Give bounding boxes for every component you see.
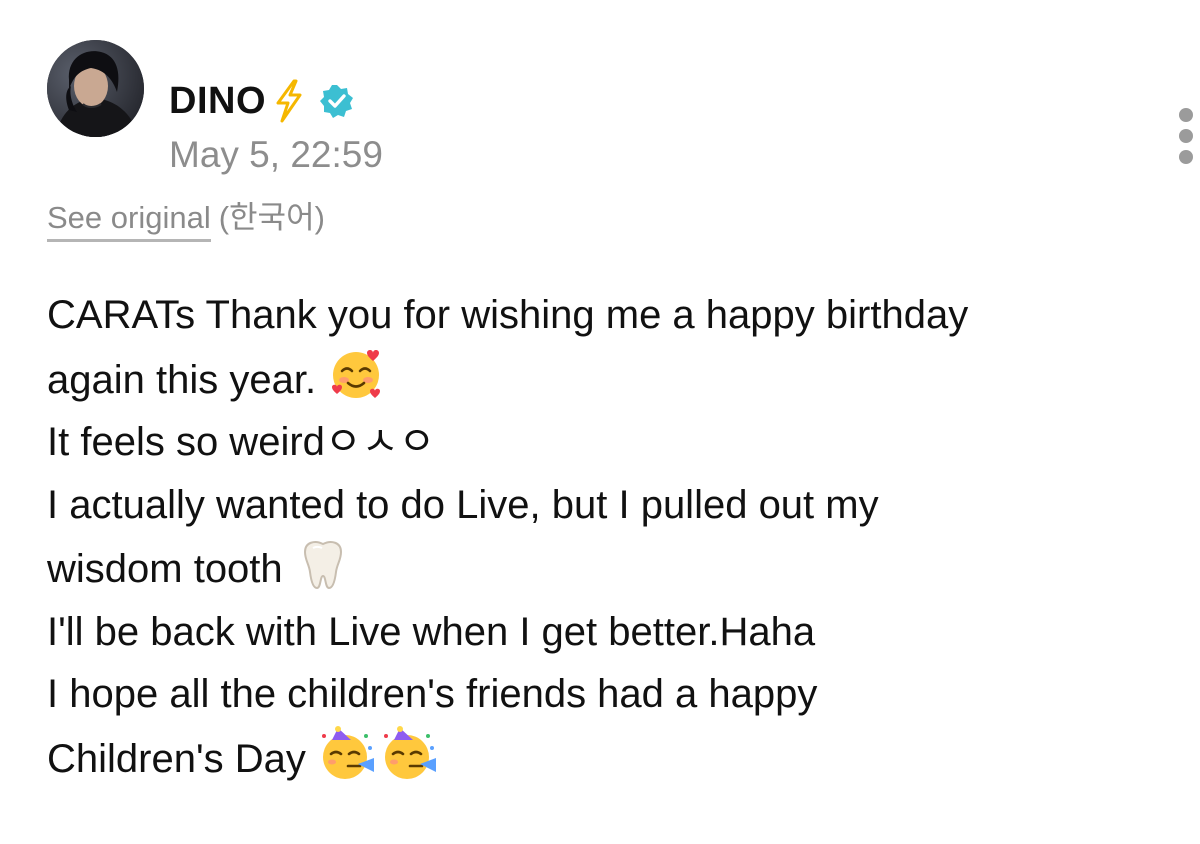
more-dot bbox=[1179, 129, 1193, 143]
more-dot bbox=[1179, 108, 1193, 122]
post-body-line: I hope all the children's friends had a … bbox=[47, 663, 1157, 726]
original-language-label: (한국어) bbox=[218, 200, 325, 235]
post-timestamp: May 5, 22:59 bbox=[169, 134, 383, 175]
translation-row: See original (한국어) bbox=[47, 192, 325, 242]
post-body-text: I hope all the children's friends had a … bbox=[47, 672, 818, 716]
author-name[interactable]: DINO bbox=[169, 80, 266, 123]
see-original-link[interactable]: See original bbox=[47, 200, 211, 242]
partying-face-icon bbox=[380, 725, 438, 782]
post-body-line: I'll be back with Live when I get better… bbox=[47, 601, 1157, 664]
author-row: DINO bbox=[169, 78, 354, 124]
post-body-text: It feels so weirdㅇㅅㅇ bbox=[47, 420, 436, 464]
avatar-image bbox=[47, 40, 144, 137]
post-body-text: I'll be back with Live when I get better… bbox=[47, 609, 816, 654]
partying-face-icon bbox=[318, 725, 376, 782]
post-body-line: again this year. bbox=[47, 347, 1157, 412]
post-body-line: CARATs Thank you for wishing me a happy … bbox=[47, 284, 1157, 347]
post-body-text: Children's Day bbox=[47, 736, 306, 781]
post-body-text: again this year. bbox=[47, 357, 317, 402]
post-body-line: wisdom tooth bbox=[47, 536, 1157, 601]
lightning-icon bbox=[272, 79, 306, 123]
verified-badge-icon bbox=[320, 84, 354, 118]
smiling-face-with-hearts-icon bbox=[328, 347, 384, 403]
post-body-text: I actually wanted to do Live, but I pull… bbox=[47, 482, 879, 527]
avatar[interactable] bbox=[47, 40, 144, 137]
post-body-text: CARATs Thank you for wishing me a happy … bbox=[47, 293, 969, 337]
tooth-icon bbox=[295, 536, 351, 592]
post-header: DINO May 5, 22:59 bbox=[47, 40, 1193, 175]
post-body-line: It feels so weirdㅇㅅㅇ bbox=[47, 411, 1157, 474]
post-body: CARATs Thank you for wishing me a happy … bbox=[47, 284, 1157, 790]
post-body-line: Children's Day bbox=[47, 725, 1157, 791]
post-body-line: I actually wanted to do Live, but I pull… bbox=[47, 474, 1157, 537]
more-dot bbox=[1179, 150, 1193, 164]
more-vertical-icon[interactable] bbox=[1171, 104, 1200, 168]
post-body-text: wisdom tooth bbox=[47, 547, 283, 591]
